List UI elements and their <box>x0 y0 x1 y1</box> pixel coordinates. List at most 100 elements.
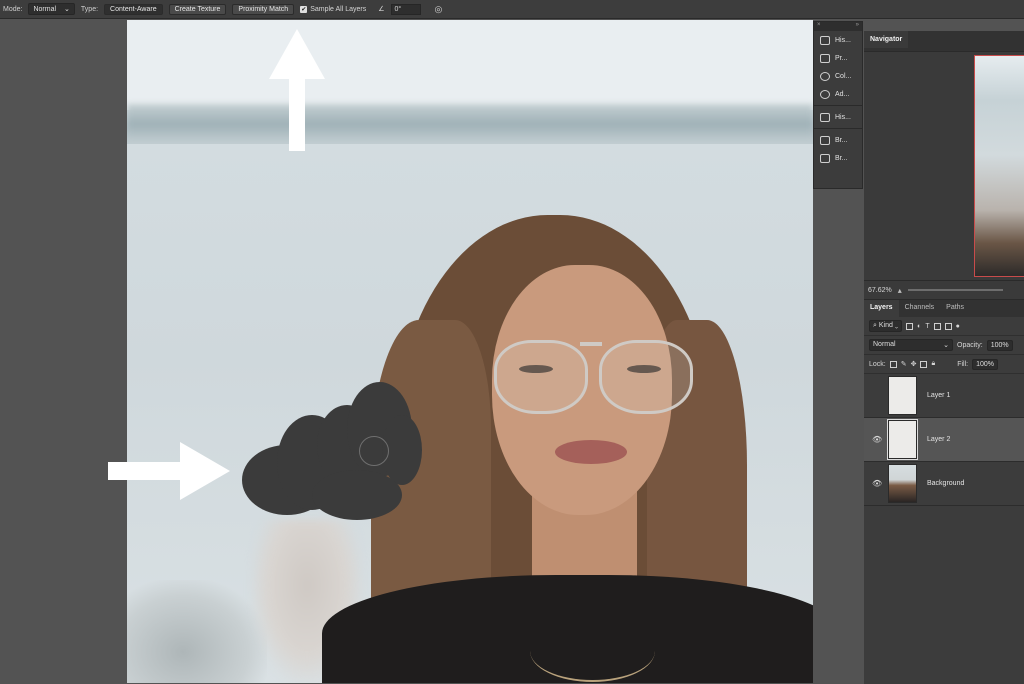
blend-mode-dropdown[interactable]: Normal ⌄ <box>869 339 953 351</box>
sample-all-layers-label: Sample All Layers <box>310 5 367 13</box>
mode-value: Normal <box>33 5 57 13</box>
create-texture-button[interactable]: Create Texture <box>168 3 227 15</box>
navigator-preview[interactable] <box>974 55 1024 277</box>
color-panel-button[interactable]: Col... <box>814 67 862 85</box>
color-icon <box>820 71 830 81</box>
opacity-label: Opacity: <box>957 341 983 349</box>
collapsed-panel-dock: ×» His... Pr... Col... Ad... His... Br..… <box>813 21 863 189</box>
lock-transparency-icon[interactable] <box>889 360 897 368</box>
layer-name[interactable]: Background <box>927 480 964 487</box>
layer-thumbnail <box>887 419 918 460</box>
mode-label: Mode: <box>3 5 23 13</box>
angle-icon: ∠ <box>378 6 385 13</box>
filter-pixel-icon[interactable] <box>906 322 914 330</box>
brush-icon <box>820 135 830 145</box>
search-icon: ⌕ <box>873 322 877 329</box>
histogram-icon <box>820 112 830 122</box>
options-bar: Mode: Normal ⌄ Type: Content-Aware Create… <box>0 0 1024 19</box>
content-aware-button[interactable]: Content-Aware <box>104 3 163 15</box>
tab-navigator[interactable]: Navigator <box>864 31 909 48</box>
brush-cursor <box>359 436 389 466</box>
tab-layers[interactable]: Layers <box>864 300 899 317</box>
layer-row-layer-2[interactable]: 👁︎ Layer 2 <box>864 418 1024 462</box>
navigator-tab-bar: Navigator <box>864 31 1024 52</box>
arrow-right-icon <box>108 442 230 500</box>
layer-name[interactable]: Layer 1 <box>927 392 950 399</box>
layers-panel: Layers Channels Paths ⌕ Kind ⌄ ◐ T ● Nor… <box>864 299 1024 684</box>
pasteboard-left <box>0 20 127 683</box>
filter-toggle-icon[interactable]: ● <box>956 323 960 330</box>
panel-dock-header[interactable]: ×» <box>814 22 862 31</box>
histogram-label: His... <box>835 113 851 121</box>
glasses-lens-right <box>599 340 693 414</box>
properties-icon <box>820 53 830 63</box>
sample-all-layers-checkbox[interactable]: ✔ Sample All Layers <box>300 5 367 13</box>
brushes-label: Br... <box>835 136 848 144</box>
tab-paths[interactable]: Paths <box>940 300 970 317</box>
chevron-down-icon: ⌄ <box>64 6 70 13</box>
blend-row: Normal ⌄ Opacity: 100% <box>864 336 1024 355</box>
type-label: Type: <box>80 5 99 13</box>
navigator-panel: Navigator 67.62% ▴ <box>864 31 1024 299</box>
zoom-value[interactable]: 67.62% <box>868 287 892 294</box>
healing-brush-stroke <box>312 470 402 520</box>
chevron-down-icon: ⌄ <box>943 342 949 349</box>
tab-channels[interactable]: Channels <box>899 300 941 317</box>
eye-icon[interactable]: 👁︎ <box>872 479 882 488</box>
opacity-input[interactable]: 100% <box>986 339 1013 351</box>
eye-icon[interactable]: 👁︎ <box>872 435 882 444</box>
history-panel-button[interactable]: His... <box>814 31 862 49</box>
lock-label: Lock: <box>869 360 886 368</box>
filter-adjustment-icon[interactable]: ◐ <box>917 323 921 330</box>
adjustments-panel-button[interactable]: Ad... <box>814 85 862 103</box>
blend-mode-value: Normal <box>873 341 896 348</box>
history-icon <box>820 35 830 45</box>
layer-thumbnail <box>888 464 917 503</box>
layer-name[interactable]: Layer 2 <box>927 436 950 443</box>
filter-smartobject-icon[interactable] <box>944 322 952 330</box>
zoom-slider[interactable] <box>907 289 1003 291</box>
history-label: His... <box>835 36 851 44</box>
panel-separator <box>814 128 862 129</box>
photo-mouth <box>555 440 627 464</box>
proximity-match-button[interactable]: Proximity Match <box>232 3 295 15</box>
lock-all-icon[interactable]: 🔒︎ <box>931 360 935 368</box>
filter-kind-dropdown[interactable]: ⌕ Kind ⌄ <box>869 320 903 332</box>
zoom-out-mountain-icon[interactable]: ▴ <box>898 286 902 295</box>
fill-input[interactable]: 100% <box>972 358 999 370</box>
photo-necklace <box>530 620 655 682</box>
color-label: Col... <box>835 72 852 80</box>
adjustments-icon <box>820 89 830 99</box>
properties-panel-button[interactable]: Pr... <box>814 49 862 67</box>
brush-settings-icon <box>820 153 830 163</box>
lock-position-icon[interactable]: ✥ <box>911 360 917 368</box>
arrow-up-icon <box>269 29 325 151</box>
photo-distant-shore <box>127 104 813 144</box>
brushes-panel-button[interactable]: Br... <box>814 131 862 149</box>
expand-icon[interactable]: » <box>856 22 859 31</box>
filter-shape-icon[interactable] <box>933 322 941 330</box>
layer-filter-row: ⌕ Kind ⌄ ◐ T ● <box>864 317 1024 336</box>
properties-label: Pr... <box>835 54 848 62</box>
layer-row-background[interactable]: 👁︎ Background <box>864 462 1024 506</box>
filter-kind-value: Kind <box>878 322 893 329</box>
filter-type-icon[interactable]: T <box>925 323 929 330</box>
panel-separator <box>814 105 862 106</box>
navigator-zoom-bar: 67.62% ▴ <box>864 280 1024 299</box>
brush-settings-label: Br... <box>835 154 848 162</box>
brush-settings-panel-button[interactable]: Br... <box>814 149 862 167</box>
lock-artboard-icon[interactable] <box>920 360 928 368</box>
histogram-panel-button[interactable]: His... <box>814 108 862 126</box>
mode-dropdown[interactable]: Normal ⌄ <box>28 3 75 15</box>
adjustments-label: Ad... <box>835 90 850 98</box>
layer-thumbnail <box>888 376 917 415</box>
pressure-brush-icon[interactable]: ◎ <box>435 4 443 15</box>
lock-row: Lock: ✎ ✥ 🔒︎ Fill: 100% <box>864 355 1024 374</box>
angle-input[interactable]: 0° <box>390 3 421 15</box>
layer-row-layer-1[interactable]: Layer 1 <box>864 374 1024 418</box>
close-icon[interactable]: × <box>817 22 821 31</box>
lock-pixels-icon[interactable]: ✎ <box>901 360 907 368</box>
glasses-bridge <box>580 342 602 346</box>
document-canvas[interactable] <box>127 20 813 683</box>
layers-tab-bar: Layers Channels Paths <box>864 300 1024 317</box>
